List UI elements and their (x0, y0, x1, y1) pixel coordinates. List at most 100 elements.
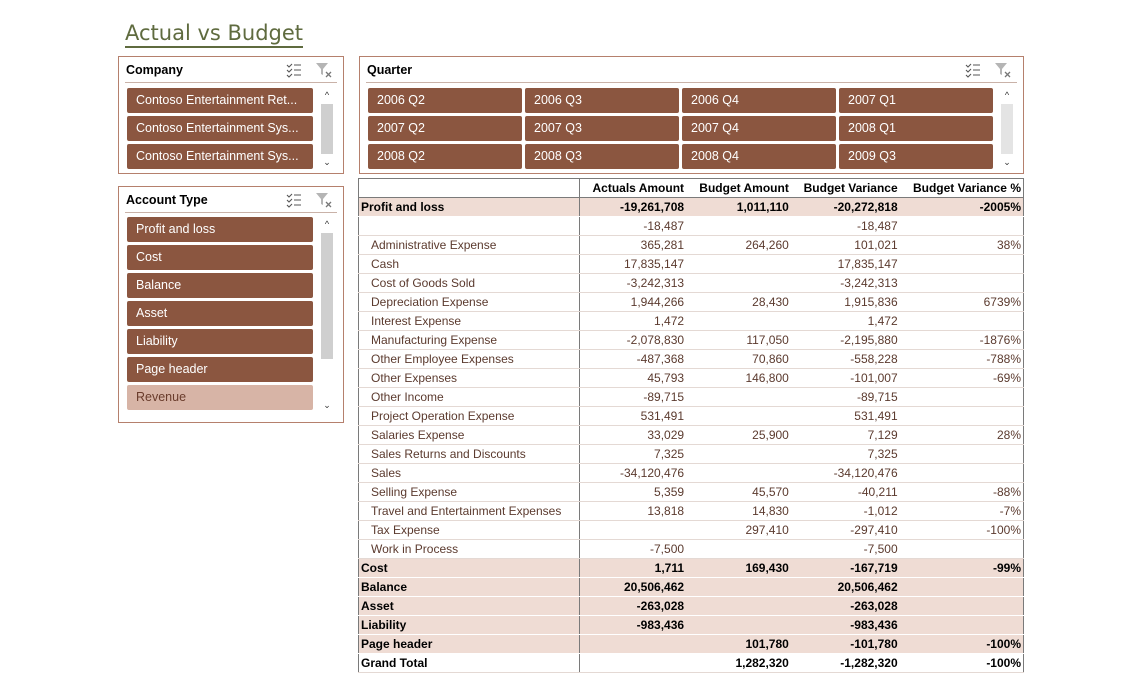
table-row[interactable]: Sales -34,120,476 -34,120,476 (358, 463, 1024, 483)
quarter-item[interactable]: 2007 Q2 (368, 116, 522, 141)
table-cell[interactable]: 45,570 (686, 482, 791, 502)
table-cell[interactable]: -19,261,708 (579, 197, 687, 217)
table-cell[interactable] (899, 539, 1024, 559)
row-label[interactable]: Balance (358, 577, 580, 597)
column-header[interactable] (358, 178, 580, 198)
table-row[interactable]: Balance 20,506,462 20,506,462 (358, 577, 1024, 597)
quarter-item[interactable]: 2009 Q3 (839, 144, 993, 169)
table-cell[interactable] (899, 615, 1024, 635)
row-label[interactable]: Cost of Goods Sold (358, 273, 580, 293)
table-cell[interactable]: 20,506,462 (790, 577, 900, 597)
row-label[interactable]: Interest Expense (358, 311, 580, 331)
table-cell[interactable]: -18,487 (579, 216, 687, 236)
row-label[interactable]: Salaries Expense (358, 425, 580, 445)
table-cell[interactable]: 7,129 (790, 425, 900, 445)
quarter-item[interactable]: 2008 Q3 (525, 144, 679, 169)
table-row[interactable]: Manufacturing Expense -2,078,830 117,050 -2… (358, 330, 1024, 350)
company-item[interactable]: Contoso Entertainment Sys... (127, 116, 313, 141)
table-cell[interactable]: -3,242,313 (579, 273, 687, 293)
table-cell[interactable] (686, 444, 791, 464)
clear-filter-icon[interactable] (315, 191, 333, 209)
table-row[interactable]: Other Income -89,715 -89,715 (358, 387, 1024, 407)
table-row[interactable]: Sales Returns and Discounts 7,325 7,325 (358, 444, 1024, 464)
table-cell[interactable]: 7,325 (790, 444, 900, 464)
table-row[interactable]: Grand Total 1,282,320 -1,282,320 -100% (358, 653, 1024, 673)
row-label[interactable]: Administrative Expense (358, 235, 580, 255)
column-header[interactable]: Budget Variance (790, 178, 900, 198)
table-cell[interactable] (686, 273, 791, 293)
table-cell[interactable]: -100% (899, 634, 1024, 654)
table-cell[interactable]: 14,830 (686, 501, 791, 521)
column-header[interactable]: Actuals Amount (579, 178, 687, 198)
table-cell[interactable] (899, 273, 1024, 293)
account-type-scrollbar[interactable]: ^ ⌄ (319, 217, 335, 414)
table-cell[interactable]: 1,472 (579, 311, 687, 331)
table-cell[interactable]: -7,500 (790, 539, 900, 559)
table-cell[interactable]: 365,281 (579, 235, 687, 255)
table-cell[interactable]: 264,260 (686, 235, 791, 255)
table-cell[interactable]: -88% (899, 482, 1024, 502)
row-label[interactable]: Work in Process (358, 539, 580, 559)
table-cell[interactable]: 1,915,836 (790, 292, 900, 312)
scroll-thumb[interactable] (321, 104, 333, 154)
table-cell[interactable]: 38% (899, 235, 1024, 255)
table-cell[interactable] (579, 520, 687, 540)
table-cell[interactable] (899, 311, 1024, 331)
table-cell[interactable] (686, 254, 791, 274)
multi-select-icon[interactable] (964, 61, 982, 79)
table-cell[interactable]: 5,359 (579, 482, 687, 502)
table-cell[interactable]: -7,500 (579, 539, 687, 559)
company-item[interactable]: Contoso Entertainment Sys... (127, 144, 313, 169)
quarter-item[interactable]: 2006 Q2 (368, 88, 522, 113)
table-cell[interactable]: 25,900 (686, 425, 791, 445)
table-cell[interactable]: 1,944,266 (579, 292, 687, 312)
table-cell[interactable]: -788% (899, 349, 1024, 369)
table-cell[interactable]: -558,228 (790, 349, 900, 369)
table-cell[interactable] (686, 311, 791, 331)
table-cell[interactable] (579, 653, 687, 673)
table-cell[interactable]: -69% (899, 368, 1024, 388)
quarter-scrollbar[interactable]: ^ ⌄ (999, 88, 1015, 169)
quarter-item[interactable]: 2006 Q4 (682, 88, 836, 113)
table-cell[interactable]: -2,078,830 (579, 330, 687, 350)
account-type-item[interactable]: Profit and loss (127, 217, 313, 242)
table-cell[interactable]: 1,282,320 (686, 653, 791, 673)
account-type-item[interactable]: Revenue (127, 385, 313, 410)
table-row[interactable]: Asset -263,028 -263,028 (358, 596, 1024, 616)
table-cell[interactable]: -2,195,880 (790, 330, 900, 350)
table-row[interactable]: Travel and Entertainment Expenses 13,818 1… (358, 501, 1024, 521)
quarter-item[interactable]: 2008 Q1 (839, 116, 993, 141)
row-label[interactable]: Project Operation Expense (358, 406, 580, 426)
table-cell[interactable]: -34,120,476 (579, 463, 687, 483)
table-row[interactable]: -18,487 -18,487 (358, 216, 1024, 236)
table-row[interactable]: Page header 101,780 -101,780 -100% (358, 634, 1024, 654)
table-cell[interactable]: -40,211 (790, 482, 900, 502)
scroll-thumb[interactable] (1001, 104, 1013, 154)
table-cell[interactable] (579, 634, 687, 654)
table-cell[interactable] (686, 463, 791, 483)
table-cell[interactable] (899, 596, 1024, 616)
row-label[interactable]: Depreciation Expense (358, 292, 580, 312)
row-label[interactable]: Other Income (358, 387, 580, 407)
table-cell[interactable]: 20,506,462 (579, 577, 687, 597)
scroll-thumb[interactable] (321, 233, 333, 359)
quarter-item[interactable]: 2006 Q3 (525, 88, 679, 113)
table-row[interactable]: Selling Expense 5,359 45,570 -40,211 -88% (358, 482, 1024, 502)
table-row[interactable]: Cost 1,711 169,430 -167,719 -99% (358, 558, 1024, 578)
table-cell[interactable] (899, 444, 1024, 464)
table-cell[interactable] (899, 577, 1024, 597)
row-label[interactable]: Profit and loss (358, 197, 580, 217)
scroll-down-icon[interactable]: ⌄ (319, 155, 335, 169)
row-label[interactable]: Sales (358, 463, 580, 483)
quarter-item[interactable]: 2007 Q1 (839, 88, 993, 113)
row-label[interactable]: Other Expenses (358, 368, 580, 388)
table-cell[interactable] (899, 406, 1024, 426)
account-type-item[interactable]: Liability (127, 329, 313, 354)
row-label[interactable]: Cash (358, 254, 580, 274)
table-cell[interactable]: -99% (899, 558, 1024, 578)
table-cell[interactable]: 70,860 (686, 349, 791, 369)
table-cell[interactable]: -7% (899, 501, 1024, 521)
row-label[interactable] (358, 216, 580, 236)
table-row[interactable]: Cost of Goods Sold -3,242,313 -3,242,313 (358, 273, 1024, 293)
table-cell[interactable]: 169,430 (686, 558, 791, 578)
